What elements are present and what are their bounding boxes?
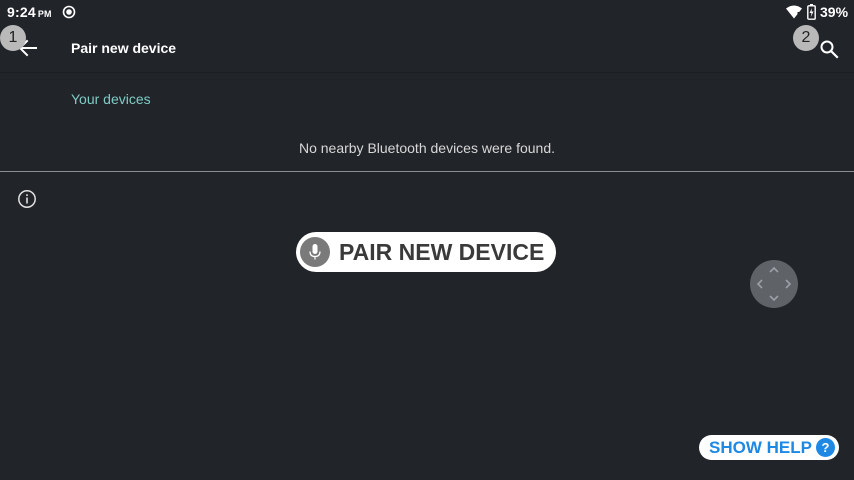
show-help-button[interactable]: SHOW HELP ? [699,435,839,460]
voice-command-label: PAIR NEW DEVICE [339,239,545,265]
page-title: Pair new device [71,40,177,56]
help-question-icon: ? [816,438,835,457]
section-divider [0,171,854,172]
battery-charging-icon [807,4,816,20]
voice-command-pair-new-device[interactable]: PAIR NEW DEVICE [296,232,556,272]
app-bar-divider [0,72,854,73]
navigation-joystick[interactable] [750,260,798,308]
app-bar: Pair new device [0,24,854,72]
search-button[interactable] [816,36,842,62]
info-icon [18,190,36,208]
battery-percentage: 39% [820,4,849,20]
your-devices-header: Your devices [71,91,151,107]
overlay-badge-back: 1 [0,25,26,51]
dpad-icon [756,266,792,302]
pair-new-device-screen: 9:24 PM 39% Pair new device 1 2 Your dev… [0,0,854,480]
status-time-value: 9:24 [7,4,36,20]
status-bar: 9:24 PM 39% [0,0,854,24]
status-clock: 9:24 PM [7,4,52,20]
mic-icon [300,237,330,267]
sync-icon [62,5,76,19]
search-icon [820,40,839,59]
overlay-badge-search: 2 [793,25,819,51]
status-ampm: PM [37,9,52,19]
wifi-icon [786,5,802,19]
show-help-label: SHOW HELP [709,438,812,457]
no-devices-message: No nearby Bluetooth devices were found. [298,140,556,156]
